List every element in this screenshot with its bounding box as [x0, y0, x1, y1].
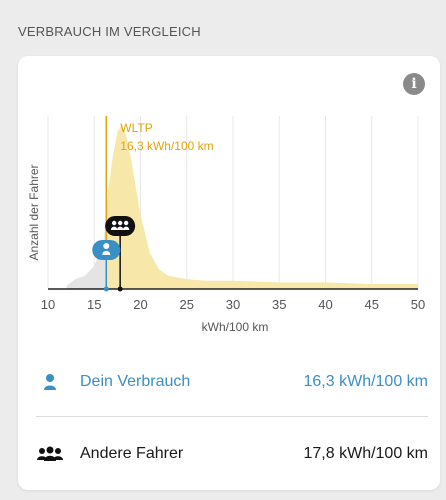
x-tick-label: 25 [180, 297, 194, 312]
my-consumption-row: Dein Verbrauch 16,3 kWh/100 km [36, 362, 428, 402]
person-icon [36, 373, 64, 391]
my-consumption-marker-dot [103, 286, 109, 292]
wltp-label: WLTP [120, 121, 152, 135]
x-tick-label: 15 [87, 297, 101, 312]
x-tick-label: 45 [365, 297, 379, 312]
my-consumption-badge-icon [103, 243, 110, 249]
group-icon [36, 446, 64, 462]
x-axis-label: kWh/100 km [202, 320, 269, 334]
other-drivers-badge [105, 216, 136, 236]
my-consumption-label: Dein Verbrauch [80, 373, 191, 390]
consumption-card: 10 15 20 25 30 35 40 45 50 WLTP 16,3 kWh/100 km Anz… [18, 56, 440, 490]
x-tick-label: 20 [133, 297, 147, 312]
y-axis-label: Anzahl der Fahrer [27, 164, 41, 260]
info-icon[interactable]: i [403, 73, 425, 95]
x-tick-label: 35 [272, 297, 286, 312]
other-drivers-label: Andere Fahrer [80, 445, 184, 462]
consumption-chart: 10 15 20 25 30 35 40 45 50 WLTP 16,3 kWh/100 km Anz… [27, 116, 425, 334]
wltp-value-label: 16,3 kWh/100 km [120, 139, 213, 153]
other-drivers-marker-dot [117, 286, 123, 292]
x-tick-label: 10 [41, 297, 55, 312]
divider [36, 416, 428, 417]
x-tick-label: 40 [318, 297, 332, 312]
my-consumption-value: 16,3 kWh/100 km [303, 373, 429, 390]
x-tick-label: 30 [226, 297, 240, 312]
other-drivers-badge-icon [111, 220, 117, 226]
other-drivers-row: Andere Fahrer 17,8 kWh/100 km [36, 434, 428, 474]
other-drivers-badge-icon [117, 220, 123, 226]
x-tick-label: 50 [411, 297, 425, 312]
section-title: VERBRAUCH IM VERGLEICH [18, 24, 201, 39]
other-drivers-value: 17,8 kWh/100 km [303, 445, 429, 462]
other-drivers-badge-icon [123, 220, 129, 226]
